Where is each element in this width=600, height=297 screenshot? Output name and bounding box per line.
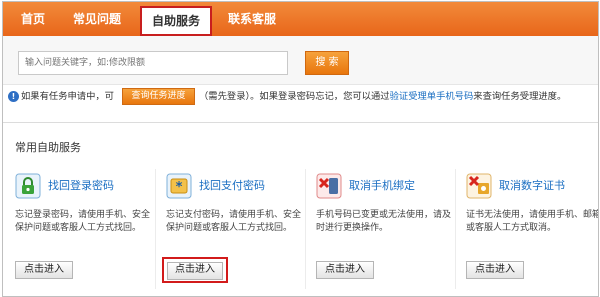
- common-services: 常用自助服务 找回登录密码 忘记登录密码，请使用手机、安全保护问题或客服人工方式…: [3, 122, 599, 296]
- help-center-panel: 首页 常见问题 自助服务 联系客服 搜 索 ! 如果有任务申请中，可 查询任务进…: [2, 1, 599, 297]
- service-card-recover-login: 找回登录密码 忘记登录密码，请使用手机、安全保护问题或客服人工方式找回。 点击进…: [15, 169, 155, 289]
- notice-text-b: 来查询任务受理进度。: [473, 91, 567, 102]
- service-card-unbind-phone: 取消手机绑定 手机号码已变更或无法使用，请及时进行更换操作。 点击进入: [316, 169, 456, 289]
- query-progress-button[interactable]: 查询任务进度: [122, 88, 195, 105]
- recover-login-desc: 忘记登录密码，请使用手机、安全保护问题或客服人工方式找回。: [15, 210, 151, 233]
- notice-text-a: （需先登录）。如果登录密码忘记，您可以通过: [199, 91, 390, 102]
- search-button[interactable]: 搜 索: [305, 51, 349, 75]
- certificate-cancel-icon: [466, 173, 492, 199]
- top-nav: 首页 常见问题 自助服务 联系客服: [3, 2, 598, 36]
- card-divider: [155, 169, 156, 289]
- search-input[interactable]: [18, 51, 288, 75]
- lock-icon: [15, 173, 41, 199]
- recover-payment-enter-button[interactable]: 点击进入: [162, 257, 228, 283]
- services-title: 常用自助服务: [15, 141, 81, 154]
- recover-payment-enter-label: 点击进入: [167, 262, 223, 280]
- unbind-phone-enter-button[interactable]: 点击进入: [316, 261, 374, 279]
- notice-text: （需先登录）。如果登录密码忘记，您可以通过验证受理单手机号码来查询任务受理进度。: [199, 85, 566, 109]
- task-notice: ! 如果有任务申请中，可 查询任务进度 （需先登录）。如果登录密码忘记，您可以通…: [3, 85, 598, 109]
- unbind-phone-link[interactable]: 取消手机绑定: [349, 177, 415, 193]
- card-divider: [305, 169, 306, 289]
- nav-contact-support[interactable]: 联系客服: [219, 2, 285, 36]
- svg-text:*: *: [176, 180, 183, 195]
- asterisk-key-icon: *: [166, 173, 192, 199]
- nav-faq[interactable]: 常见问题: [65, 2, 129, 36]
- recover-payment-desc: 忘记支付密码，请使用手机、安全保护问题或客服人工方式找回。: [166, 210, 302, 233]
- cancel-certificate-link[interactable]: 取消数字证书: [499, 177, 565, 193]
- card-divider: [455, 169, 456, 289]
- notice-prefix: 如果有任务申请中，可: [21, 91, 114, 102]
- verify-phone-link[interactable]: 验证受理单手机号码: [390, 91, 474, 102]
- service-card-recover-payment: * 找回支付密码 忘记支付密码，请使用手机、安全保护问题或客服人工方式找回。 点…: [162, 169, 306, 289]
- recover-login-enter-button[interactable]: 点击进入: [15, 261, 73, 279]
- cancel-certificate-enter-button[interactable]: 点击进入: [466, 261, 524, 279]
- search-bar: 搜 索: [3, 36, 598, 85]
- recover-payment-link[interactable]: 找回支付密码: [199, 177, 265, 193]
- service-card-cancel-certificate: 取消数字证书 证书无法使用，请使用手机、邮箱或客服人工方式取消。 点击进入: [466, 169, 599, 289]
- nav-home[interactable]: 首页: [13, 2, 53, 36]
- phone-cancel-icon: [316, 173, 342, 199]
- info-icon: !: [8, 91, 19, 102]
- unbind-phone-desc: 手机号码已变更或无法使用，请及时进行更换操作。: [316, 210, 452, 233]
- cancel-certificate-desc: 证书无法使用，请使用手机、邮箱或客服人工方式取消。: [466, 210, 599, 233]
- nav-self-service[interactable]: 自助服务: [140, 6, 212, 36]
- recover-login-link[interactable]: 找回登录密码: [48, 177, 114, 193]
